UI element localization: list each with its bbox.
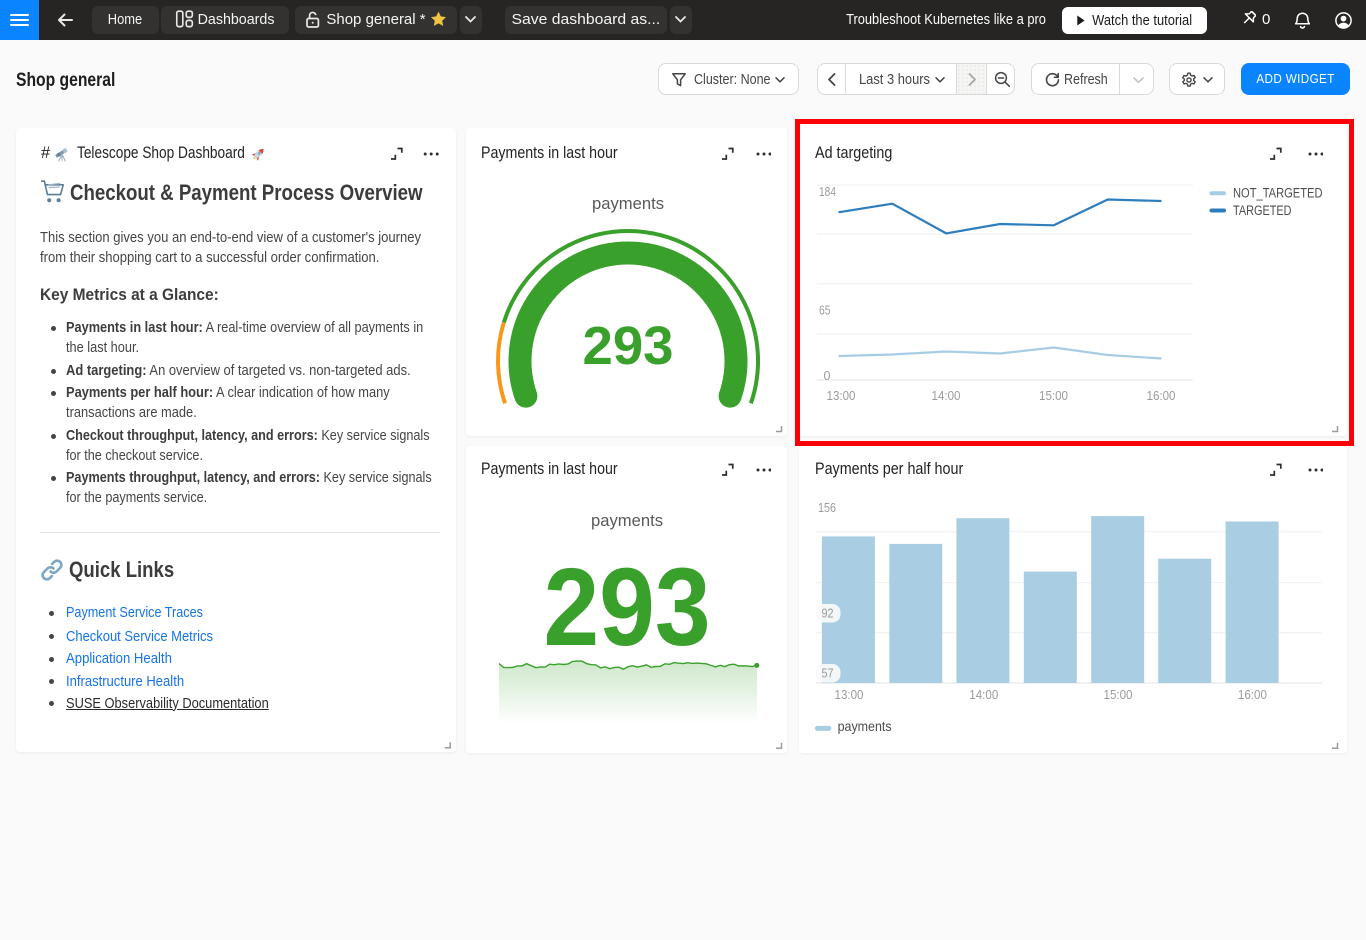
- svg-text:0: 0: [824, 369, 831, 383]
- svg-text:65: 65: [819, 304, 831, 318]
- svg-text:16:00: 16:00: [1147, 389, 1176, 403]
- svg-text:13:00: 13:00: [827, 389, 856, 403]
- svg-text:92: 92: [822, 607, 834, 621]
- svg-text:14:00: 14:00: [932, 389, 961, 403]
- svg-text:57: 57: [822, 667, 834, 681]
- svg-text:16:00: 16:00: [1238, 688, 1267, 702]
- svg-text:payments: payments: [838, 718, 892, 734]
- svg-text:payments: payments: [592, 194, 664, 213]
- svg-text:15:00: 15:00: [1039, 389, 1068, 403]
- svg-text:156: 156: [818, 501, 836, 515]
- svg-text:payments: payments: [591, 511, 663, 530]
- svg-text:NOT_TARGETED: NOT_TARGETED: [1233, 186, 1323, 201]
- svg-text:184: 184: [819, 185, 836, 199]
- svg-text:293: 293: [544, 546, 711, 669]
- svg-text:293: 293: [583, 316, 674, 376]
- svg-text:TARGETED: TARGETED: [1233, 203, 1292, 218]
- svg-text:15:00: 15:00: [1104, 688, 1133, 702]
- svg-text:13:00: 13:00: [835, 688, 864, 702]
- svg-text:14:00: 14:00: [969, 688, 998, 702]
